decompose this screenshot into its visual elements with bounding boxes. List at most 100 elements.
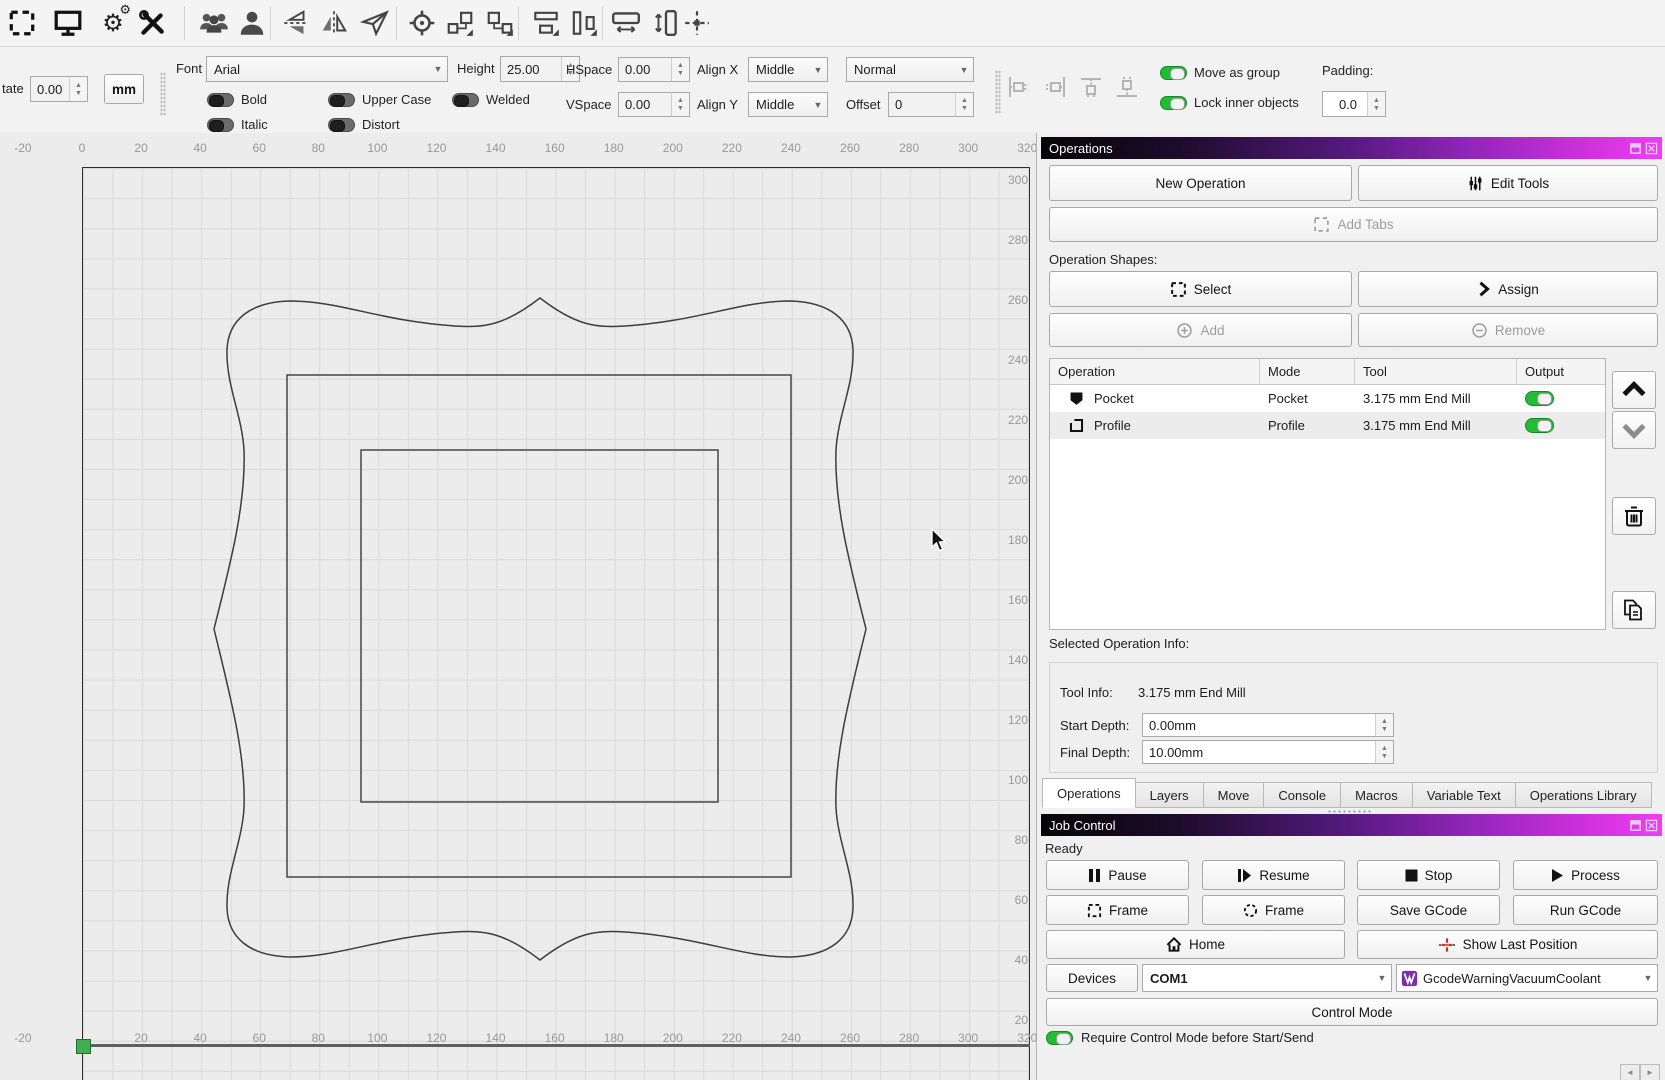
play-icon — [1551, 868, 1564, 883]
toolbar-grip — [995, 70, 1001, 114]
chevron-down-icon: ▼ — [1639, 973, 1657, 983]
operation-row[interactable]: ProfileProfile3.175 mm End Mill — [1050, 412, 1605, 439]
italic-toggle[interactable] — [207, 118, 234, 132]
design-canvas[interactable]: -200204060801001201401601802002202402602… — [0, 133, 1036, 1080]
distort-toggle[interactable] — [328, 118, 355, 132]
home-icon — [1166, 937, 1182, 952]
com-port-dropdown[interactable]: COM1▼ — [1142, 964, 1392, 992]
move-operation-up-button[interactable] — [1612, 371, 1656, 409]
center-cross-icon[interactable] — [677, 3, 717, 43]
run-gcode-button[interactable]: Run GCode — [1513, 895, 1658, 925]
panel-close-icon[interactable] — [1645, 819, 1658, 832]
move-as-group-toggle[interactable] — [1160, 66, 1187, 80]
italic-label: Italic — [241, 117, 268, 132]
devices-button[interactable]: Devices — [1046, 964, 1138, 992]
require-control-mode-toggle[interactable] — [1046, 1031, 1073, 1045]
panel-close-icon[interactable] — [1645, 142, 1658, 155]
group-users-icon[interactable] — [194, 3, 234, 43]
align-to-top-icon[interactable] — [1074, 70, 1108, 104]
tab-console[interactable]: Console — [1264, 782, 1341, 808]
frame-rect-icon — [1087, 903, 1102, 918]
tab-operations[interactable]: Operations — [1042, 778, 1136, 808]
vspace-spinbox[interactable]: 0.00▲▼ — [618, 92, 690, 117]
postprocessor-dropdown[interactable]: GcodeWarningVacuumCoolant▼ — [1396, 964, 1658, 992]
process-button[interactable]: Process — [1513, 860, 1658, 890]
mirror-vertical-icon[interactable] — [276, 3, 316, 43]
align-to-bottom-icon[interactable] — [1110, 70, 1144, 104]
offset-spinbox[interactable]: 0▲▼ — [888, 92, 974, 117]
resume-button[interactable]: Resume — [1202, 860, 1345, 890]
show-last-position-button[interactable]: Show Last Position — [1357, 930, 1658, 959]
marquee-select-icon[interactable] — [2, 3, 42, 43]
rotate-spin-arrows[interactable]: ▲▼ — [69, 77, 87, 101]
frame-rect-button[interactable]: Frame — [1046, 895, 1189, 925]
operation-name: Pocket — [1094, 391, 1134, 406]
settings-gears-icon[interactable]: ⚙⚙ — [93, 3, 133, 43]
monitor-icon[interactable] — [48, 3, 88, 43]
hspace-spinbox[interactable]: 0.00▲▼ — [618, 57, 690, 82]
upper-case-toggle[interactable] — [328, 93, 355, 107]
output-toggle[interactable] — [1525, 391, 1554, 406]
chevron-down-icon: ▼ — [1373, 973, 1391, 983]
align-node-right-icon[interactable] — [480, 3, 520, 43]
move-operation-down-button[interactable] — [1612, 411, 1656, 449]
delete-operation-button[interactable] — [1612, 497, 1656, 535]
align-x-dropdown[interactable]: Middle▼ — [748, 57, 828, 82]
tab-layers[interactable]: Layers — [1136, 782, 1204, 808]
remove-shapes-button[interactable]: Remove — [1358, 313, 1658, 347]
fit-width-icon[interactable] — [606, 3, 646, 43]
rotate-spinbox[interactable]: 0.00▲▼ — [30, 76, 88, 102]
duplicate-operation-button[interactable] — [1612, 591, 1656, 629]
control-mode-button[interactable]: Control Mode — [1046, 998, 1658, 1026]
operation-row[interactable]: PocketPocket3.175 mm End Mill — [1050, 385, 1605, 412]
align-y-dropdown[interactable]: Middle▼ — [748, 92, 828, 117]
stop-button[interactable]: Stop — [1357, 860, 1500, 890]
drawing-layer — [0, 133, 1036, 1080]
font-combobox[interactable]: Arial▼ — [206, 56, 448, 82]
scroll-right-button[interactable]: ► — [1640, 1064, 1660, 1080]
single-user-icon[interactable] — [232, 3, 272, 43]
align-to-right-icon[interactable] — [1038, 70, 1072, 104]
align-node-left-icon[interactable] — [440, 3, 480, 43]
new-operation-button[interactable]: New Operation — [1049, 165, 1352, 201]
lock-inner-objects-toggle[interactable] — [1160, 96, 1187, 110]
right-panel: Operations New Operation Edit Tools Add … — [1036, 133, 1665, 1080]
frame-circle-button[interactable]: Frame — [1202, 895, 1345, 925]
tab-variable-text[interactable]: Variable Text — [1413, 782, 1516, 808]
align-y-label: Align Y — [697, 97, 738, 112]
mirror-horizontal-icon[interactable] — [314, 3, 354, 43]
distribute-horizontal-icon[interactable] — [526, 3, 566, 43]
welded-toggle[interactable] — [452, 93, 479, 107]
unit-mm-button[interactable]: mm — [104, 74, 144, 104]
tab-operations-library[interactable]: Operations Library — [1516, 782, 1652, 808]
edit-tools-button[interactable]: Edit Tools — [1358, 165, 1658, 201]
output-toggle[interactable] — [1525, 418, 1554, 433]
distort-label: Distort — [362, 117, 400, 132]
distribute-vertical-icon[interactable] — [564, 3, 604, 43]
assign-shapes-button[interactable]: Assign — [1358, 271, 1658, 307]
tab-macros[interactable]: Macros — [1341, 782, 1413, 808]
chevron-up-icon — [1621, 379, 1647, 401]
panel-pin-icon[interactable] — [1629, 819, 1642, 832]
toolbar-separator — [184, 6, 185, 40]
home-button[interactable]: Home — [1046, 930, 1345, 959]
panel-pin-icon[interactable] — [1629, 142, 1642, 155]
pause-button[interactable]: Pause — [1046, 860, 1189, 890]
ruler-label: 180 — [604, 1031, 624, 1045]
add-shapes-button[interactable]: Add — [1049, 313, 1352, 347]
tools-icon[interactable] — [132, 3, 172, 43]
padding-spinbox[interactable]: 0.0▲▼ — [1322, 91, 1386, 117]
bold-toggle[interactable] — [207, 93, 234, 107]
final-depth-spinbox[interactable]: 10.00mm▲▼ — [1142, 740, 1394, 764]
tab-move[interactable]: Move — [1204, 782, 1265, 808]
align-to-left-icon[interactable] — [1002, 70, 1036, 104]
scroll-left-button[interactable]: ◄ — [1620, 1064, 1640, 1080]
save-gcode-button[interactable]: Save GCode — [1357, 895, 1500, 925]
style-dropdown[interactable]: Normal▼ — [846, 57, 974, 82]
select-shapes-button[interactable]: Select — [1049, 271, 1352, 307]
send-plane-icon[interactable] — [355, 3, 395, 43]
add-tabs-button[interactable]: Add Tabs — [1049, 207, 1658, 242]
start-depth-spinbox[interactable]: 0.00mm▲▼ — [1142, 713, 1394, 737]
bold-label: Bold — [241, 92, 267, 107]
origin-target-icon[interactable] — [402, 3, 442, 43]
